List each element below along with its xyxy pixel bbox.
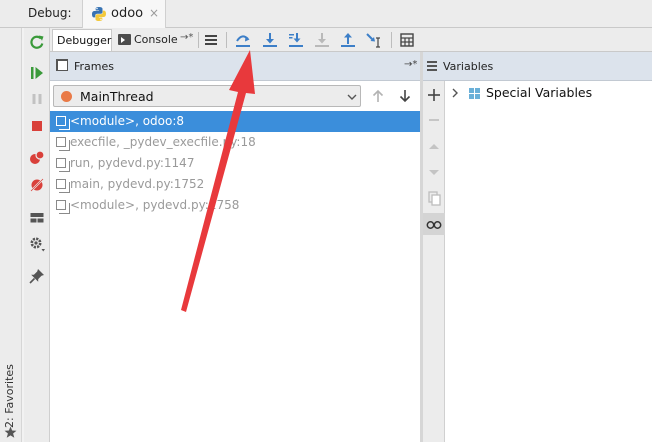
step-over-icon[interactable] (260, 30, 280, 50)
frame-label: execfile, _pydev_execfile.py:18 (70, 135, 256, 149)
tab-console-label: Console (134, 33, 178, 46)
star-icon (4, 426, 17, 438)
frame-row[interactable]: <module>, pydevd.py:1758 (50, 195, 420, 216)
remove-watch-minus-icon[interactable] (425, 111, 443, 129)
pin-tab-icon[interactable]: →* (180, 32, 193, 43)
frames-icon (57, 60, 68, 71)
toolbar-separator (226, 32, 227, 48)
frame-row[interactable]: run, pydevd.py:1147 (50, 153, 420, 174)
frame-row[interactable]: main, pydevd.py:1752 (50, 174, 420, 195)
tab-debugger[interactable]: Debugger (52, 29, 112, 51)
frames-panel: MainThread <module>, odoo:8 execfile, _p… (50, 81, 420, 442)
stack-frame-icon (56, 179, 70, 193)
variables-toolbar (423, 81, 445, 442)
session-tab-odoo[interactable]: odoo × (82, 0, 166, 28)
stack-frame-icon (56, 137, 70, 151)
stack-frame-icon (56, 116, 70, 130)
variables-title: Variables (443, 60, 494, 73)
tree-row-label: Special Variables (486, 85, 593, 100)
frame-label: <module>, odoo:8 (70, 114, 185, 128)
toolbar-separator (198, 32, 199, 48)
stack-frame-icon (56, 200, 70, 214)
debug-side-toolbar (24, 28, 50, 442)
evaluate-expression-icon[interactable] (397, 30, 417, 50)
close-icon[interactable]: × (149, 6, 159, 20)
show-execution-point-icon[interactable] (233, 30, 253, 50)
mute-breakpoints-icon[interactable] (27, 175, 47, 195)
debugger-toolbar-row: Debugger Console →* (50, 28, 652, 52)
frame-row[interactable]: <module>, odoo:8 (50, 111, 420, 132)
stack-frame-icon (56, 158, 70, 172)
step-out-icon[interactable] (338, 30, 358, 50)
stop-icon[interactable] (27, 116, 47, 136)
tree-row-special-variables[interactable]: Special Variables (445, 83, 652, 103)
add-watch-plus-icon[interactable] (425, 86, 443, 104)
copy-watch-icon[interactable] (425, 189, 443, 207)
previous-frame-arrow-up-icon[interactable] (370, 88, 386, 104)
tab-debugger-label: Debugger (57, 34, 112, 47)
chevron-down-icon (347, 94, 357, 100)
thread-status-icon (61, 91, 72, 102)
move-down-icon[interactable] (425, 163, 443, 181)
toolbar-separator (391, 32, 392, 48)
settings-gear-icon[interactable] (27, 234, 47, 254)
move-up-icon[interactable] (425, 138, 443, 156)
debug-label: Debug: (28, 6, 72, 20)
resume-icon[interactable] (27, 63, 47, 83)
frames-title: Frames (74, 60, 115, 73)
session-tab-label: odoo (111, 6, 144, 21)
frames-pin-icon[interactable]: →* (404, 59, 417, 70)
variables-header: Variables (423, 52, 652, 81)
view-breakpoints-icon[interactable] (27, 148, 47, 168)
layout-menu-icon[interactable] (201, 30, 221, 50)
special-variables-icon (469, 88, 480, 99)
next-frame-arrow-down-icon[interactable] (397, 88, 413, 104)
step-into-icon[interactable] (286, 30, 306, 50)
frame-label: <module>, pydevd.py:1758 (70, 198, 240, 212)
console-icon (118, 34, 131, 45)
frames-header: Frames →* (50, 52, 420, 81)
run-to-cursor-icon[interactable] (364, 30, 384, 50)
variables-tree: Special Variables (445, 81, 652, 442)
debug-bar: Debug: odoo × (0, 0, 652, 28)
frame-label: run, pydevd.py:1147 (70, 156, 195, 170)
pin-icon[interactable] (27, 266, 47, 286)
glasses-icon (426, 221, 442, 229)
tab-console[interactable]: Console →* (114, 29, 196, 51)
thread-name: MainThread (80, 89, 154, 104)
step-into-my-code-icon[interactable] (312, 30, 332, 50)
frame-list: <module>, odoo:8 execfile, _pydev_execfi… (50, 111, 420, 216)
favorites-tool-window-button[interactable]: 2: Favorites (3, 364, 16, 428)
chevron-right-icon[interactable] (450, 87, 460, 99)
variables-icon (427, 61, 437, 71)
pause-icon[interactable] (27, 89, 47, 109)
frame-row[interactable]: execfile, _pydev_execfile.py:18 (50, 132, 420, 153)
thread-selector[interactable]: MainThread (53, 85, 361, 107)
frame-label: main, pydevd.py:1752 (70, 177, 205, 191)
python-icon (92, 7, 106, 21)
restore-layout-icon[interactable] (27, 208, 47, 228)
rerun-icon[interactable] (27, 32, 47, 52)
